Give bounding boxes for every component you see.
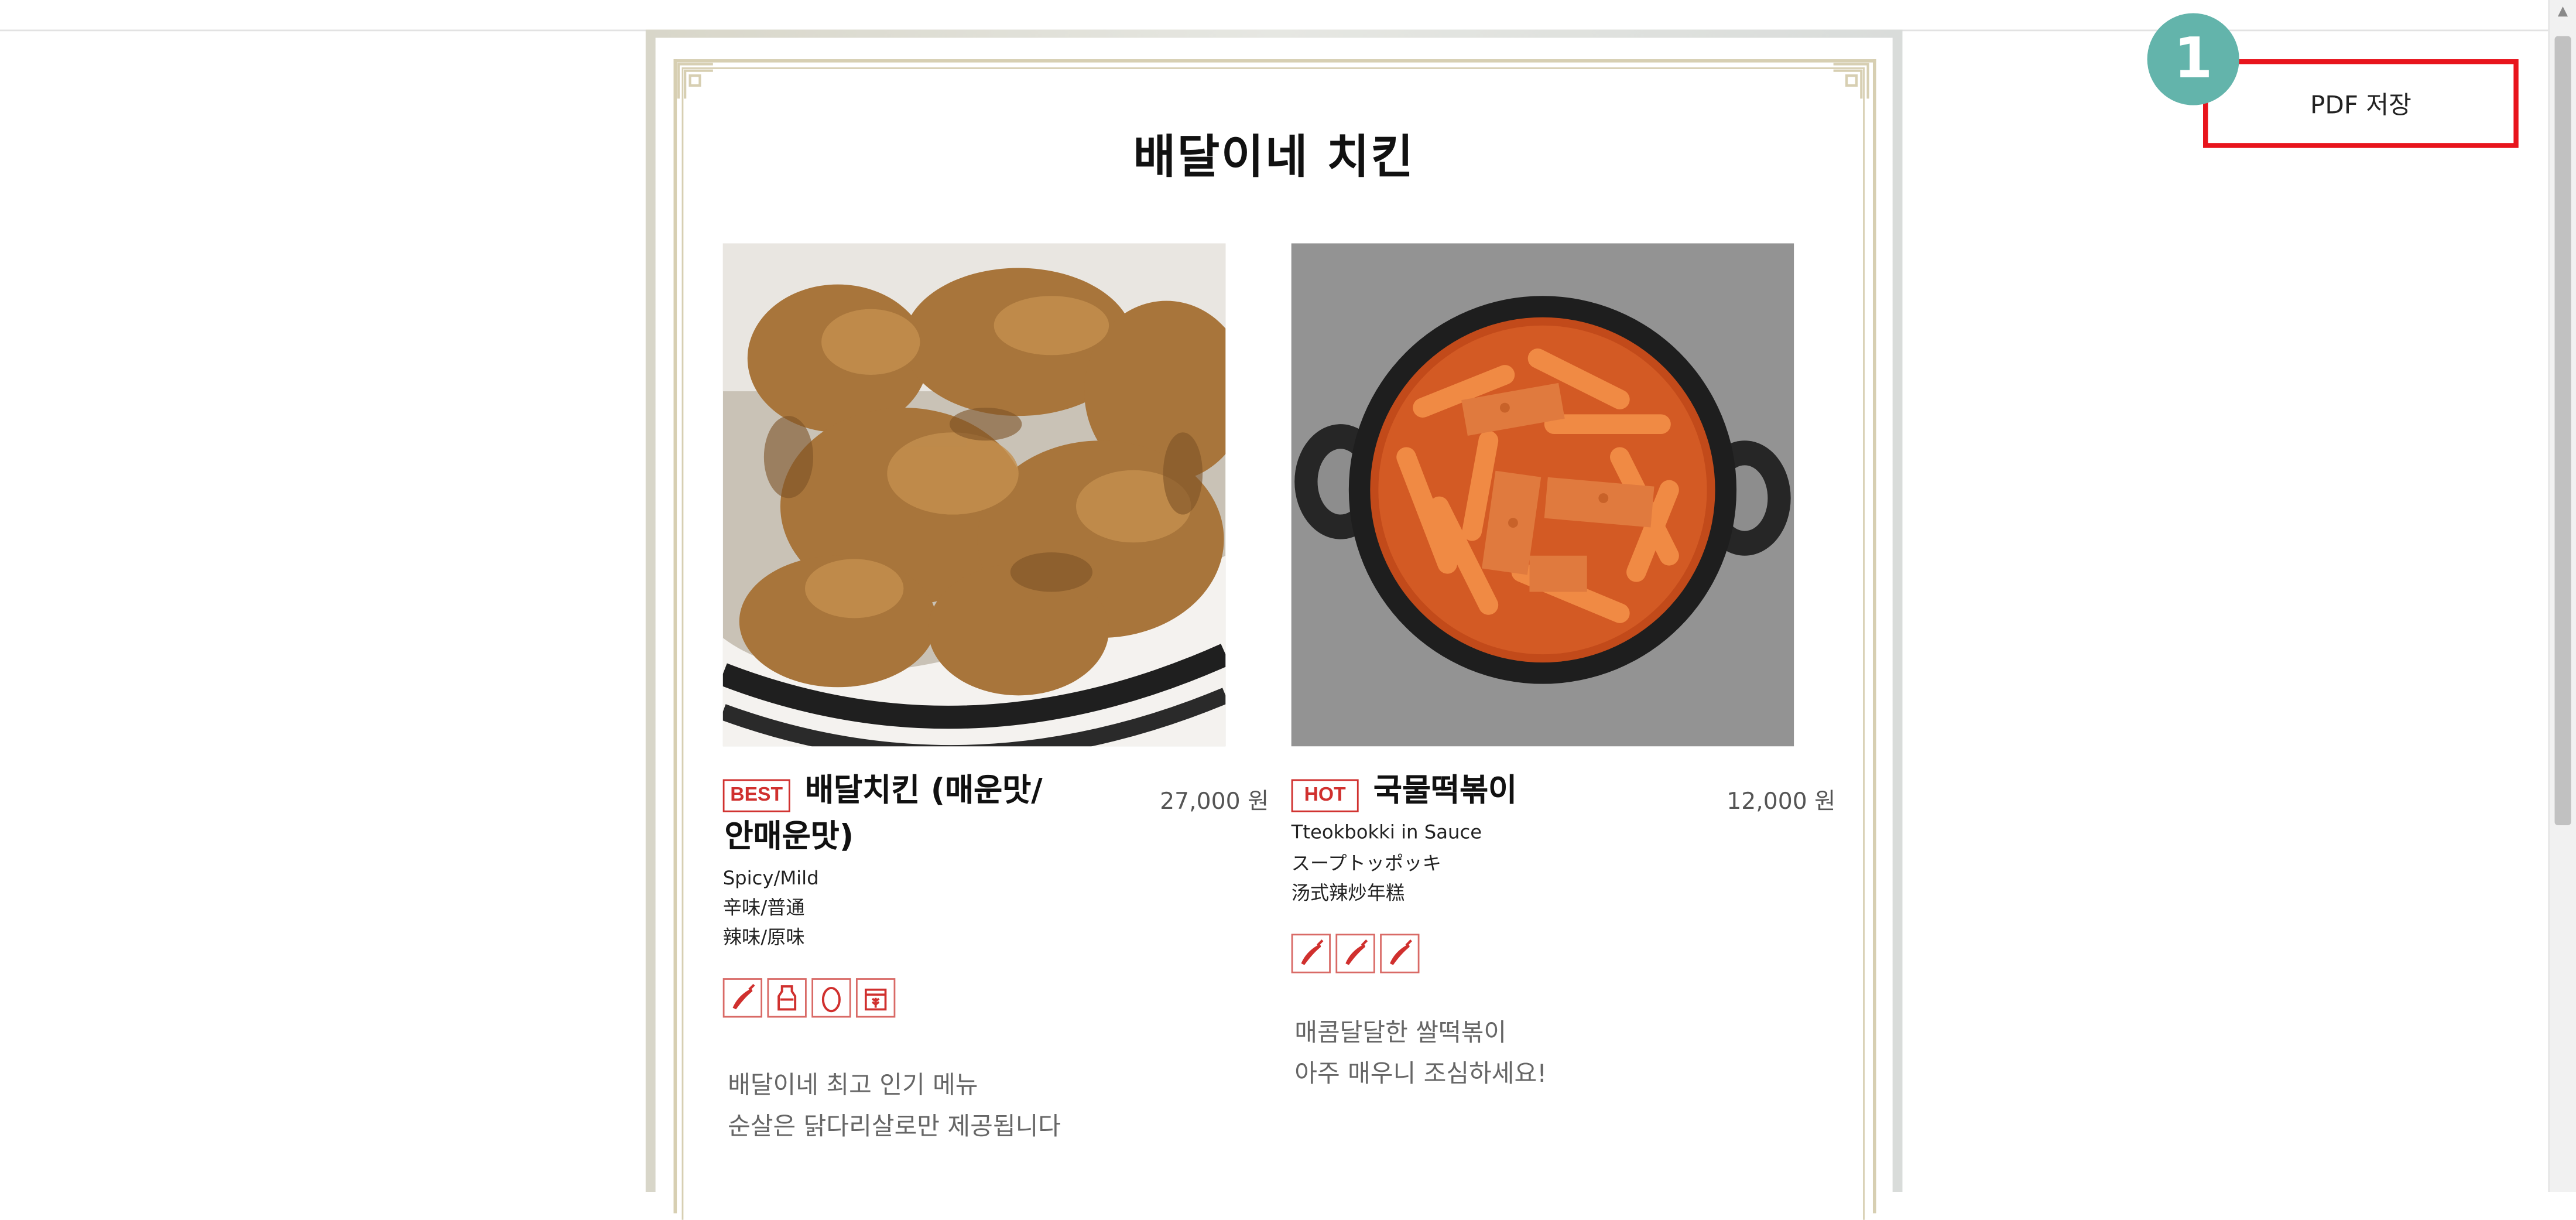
hot-badge: HOT: [1291, 779, 1359, 812]
corner-ornament-icon: [674, 59, 717, 102]
item-description: 매콤달달한 쌀떡볶이: [1294, 1017, 1507, 1047]
best-badge: BEST: [722, 779, 790, 812]
item-name: 배달치킨 (매운맛/: [804, 773, 1043, 809]
item-subtitle-zh: 汤式辣炒年糕: [1291, 881, 1405, 904]
pdf-save-button[interactable]: PDF 저장: [2203, 59, 2519, 148]
corner-ornament-icon: [1830, 59, 1873, 102]
chili-pepper-icon: [1291, 934, 1331, 973]
item-subtitle-zh: 辣味/原味: [722, 925, 805, 949]
chili-pepper-icon: [1380, 934, 1420, 973]
item-description: 배달이네 최고 인기 메뉴: [728, 1070, 978, 1100]
scroll-up-arrow-icon[interactable]: ▲: [2550, 0, 2576, 23]
fried-chicken-photo: [722, 243, 1226, 747]
item-subtitle-ja: スープトッポッキ: [1291, 851, 1441, 875]
scrollbar-thumb[interactable]: [2554, 36, 2571, 826]
step-number-badge: 1: [2147, 13, 2239, 105]
allergen-icons: [722, 978, 896, 1018]
item-description-line2: 아주 매우니 조심하세요!: [1294, 1058, 1547, 1089]
page-scrollbar[interactable]: ▲: [2548, 0, 2576, 1192]
item-price: 27,000 원: [1160, 789, 1269, 816]
milk-bottle-icon: [767, 978, 807, 1018]
spice-level-icons: [1291, 934, 1420, 973]
chili-pepper-icon: [1335, 934, 1375, 973]
chili-pepper-icon: [722, 978, 763, 1018]
wheat-bag-icon: [855, 978, 896, 1018]
tteokbokki-photo: [1291, 243, 1794, 747]
item-description-line2: 순살은 닭다리살로만 제공됩니다: [728, 1111, 1061, 1141]
item-name-continued: 안매운맛): [724, 818, 854, 855]
item-subtitle-en: Tteokbokki in Sauce: [1291, 820, 1482, 843]
menu-title: 배달이네 치킨: [1133, 129, 1415, 184]
egg-icon: [811, 978, 851, 1018]
item-subtitle-ja: 辛味/普通: [722, 896, 805, 920]
item-price: 12,000 원: [1727, 789, 1836, 816]
item-name: 국물떡볶이: [1373, 773, 1517, 809]
item-subtitle-en: Spicy/Mild: [722, 866, 819, 890]
